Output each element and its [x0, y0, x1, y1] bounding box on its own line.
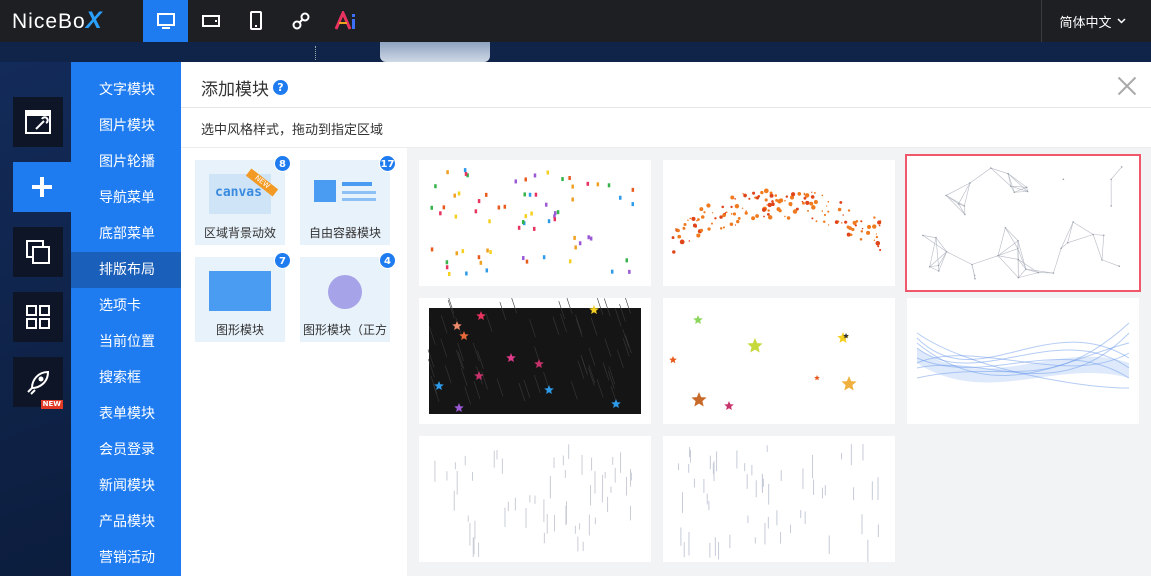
- effect-thumbnail-network-lines[interactable]: [905, 154, 1141, 292]
- ai-icon: [334, 11, 355, 30]
- header-divider: [181, 107, 1151, 108]
- count-badge: 7: [274, 252, 291, 269]
- nicebox-logo[interactable]: NiceBoX: [12, 6, 103, 36]
- add-module-button[interactable]: [13, 162, 71, 212]
- panel-header: 添加模块 ?: [201, 75, 288, 100]
- shooting-stars-preview: [427, 298, 641, 414]
- count-badge: 8: [274, 155, 291, 172]
- type-card-shape[interactable]: 图形模块 7: [195, 252, 291, 342]
- close-icon[interactable]: [1117, 76, 1137, 96]
- tool-sidebar: NEW: [0, 62, 71, 576]
- link-icon: [292, 12, 309, 30]
- mobile-icon: [249, 11, 262, 30]
- effect-thumbnail-orange-particles[interactable]: [663, 160, 895, 286]
- category-carousel[interactable]: 图片轮播: [71, 144, 181, 180]
- category-member-login[interactable]: 会员登录: [71, 432, 181, 468]
- category-breadcrumb[interactable]: 当前位置: [71, 324, 181, 360]
- rocket-icon: [27, 370, 50, 395]
- type-card-shape-square[interactable]: 图形模块（正方 4: [300, 252, 396, 342]
- link-button[interactable]: [278, 0, 323, 42]
- language-selector[interactable]: 简体中文: [1041, 0, 1143, 42]
- container-preview-line: [342, 198, 376, 201]
- effect-thumbnail-rain-lines-2[interactable]: [663, 436, 895, 562]
- type-card-region-bg-effect[interactable]: canvas NEW 区域背景动效 8: [195, 155, 291, 245]
- type-card-free-container[interactable]: 自由容器模块 17: [300, 155, 396, 245]
- container-preview-line: [342, 182, 372, 186]
- desktop-view-button[interactable]: [143, 0, 188, 42]
- layers-icon: [26, 240, 50, 264]
- rectangle-shape-preview: [209, 271, 271, 311]
- network-lines-preview: [922, 166, 1123, 280]
- layers-button[interactable]: [13, 227, 63, 277]
- module-category-menu: 文字模块 图片模块 图片轮播 导航菜单 底部菜单 排版布局 选项卡 当前位置 搜…: [71, 62, 181, 576]
- category-form[interactable]: 表单模块: [71, 396, 181, 432]
- category-text[interactable]: 文字模块: [71, 72, 181, 108]
- type-card-label: 图形模块（正方: [302, 323, 387, 337]
- top-toolbar: NiceBoX 简体中文: [0, 0, 1151, 42]
- type-card-label: 图形模块: [215, 323, 264, 337]
- type-card-label: 区域背景动效: [203, 226, 276, 240]
- language-label: 简体中文: [1059, 15, 1112, 31]
- container-preview-block: [314, 180, 336, 202]
- effect-thumbnail-colored-stars[interactable]: [663, 298, 895, 424]
- apps-button[interactable]: [13, 292, 63, 342]
- container-preview-line: [342, 191, 376, 194]
- page-settings-icon: [25, 110, 51, 134]
- new-badge: NEW: [40, 400, 63, 409]
- chevron-down-icon: [1116, 18, 1126, 24]
- ai-button[interactable]: [323, 0, 368, 42]
- effect-thumbnail-rain-lines[interactable]: [419, 436, 651, 562]
- apps-grid-icon: [26, 305, 50, 329]
- category-footer-menu[interactable]: 底部菜单: [71, 216, 181, 252]
- canvas-preview: canvas NEW: [209, 168, 279, 214]
- logo-x: X: [85, 7, 103, 34]
- colored-stars-preview: [669, 315, 857, 410]
- help-icon[interactable]: ?: [273, 80, 288, 95]
- tablet-icon: [201, 15, 220, 27]
- logo-text: NiceBo: [12, 10, 86, 33]
- add-module-panel: 添加模块 ? 选中风格样式，拖动到指定区域 canvas NEW 区域背景动效 …: [181, 62, 1151, 576]
- panel-title: 添加模块: [201, 80, 269, 100]
- canvas-preview-text: canvas: [215, 185, 262, 200]
- count-badge: 17: [379, 155, 396, 172]
- page-settings-button[interactable]: [13, 97, 63, 147]
- effect-thumbnail-shooting-stars[interactable]: [419, 298, 651, 424]
- category-search[interactable]: 搜索框: [71, 360, 181, 396]
- orange-particles-preview: [671, 188, 882, 254]
- count-badge: 4: [379, 252, 396, 269]
- tablet-view-button[interactable]: [188, 0, 233, 42]
- type-card-label: 自由容器模块: [308, 226, 381, 240]
- category-nav-menu[interactable]: 导航菜单: [71, 180, 181, 216]
- panel-subtitle: 选中风格样式，拖动到指定区域: [201, 123, 384, 138]
- add-module-icon: [32, 177, 52, 197]
- effect-thumbnail-blue-waves[interactable]: [907, 298, 1139, 424]
- effect-gallery: [407, 148, 1151, 576]
- rain-lines-2-preview: [677, 444, 879, 562]
- circle-shape-preview: [328, 275, 362, 309]
- effect-thumbnail-confetti[interactable]: [419, 160, 651, 286]
- background-image-fragment: [380, 42, 490, 62]
- marketing-button[interactable]: NEW: [13, 357, 63, 409]
- blue-waves-preview: [916, 322, 1130, 389]
- category-marketing[interactable]: 营销活动: [71, 540, 181, 576]
- desktop-icon: [156, 13, 175, 29]
- rain-lines-preview: [434, 444, 632, 558]
- guide-line: [315, 46, 316, 60]
- mobile-view-button[interactable]: [233, 0, 278, 42]
- category-product[interactable]: 产品模块: [71, 504, 181, 540]
- category-tabs[interactable]: 选项卡: [71, 288, 181, 324]
- category-layout[interactable]: 排版布局: [71, 252, 181, 288]
- confetti-preview: [430, 168, 635, 277]
- canvas-background-preview: [0, 42, 1151, 62]
- category-image[interactable]: 图片模块: [71, 108, 181, 144]
- category-news[interactable]: 新闻模块: [71, 468, 181, 504]
